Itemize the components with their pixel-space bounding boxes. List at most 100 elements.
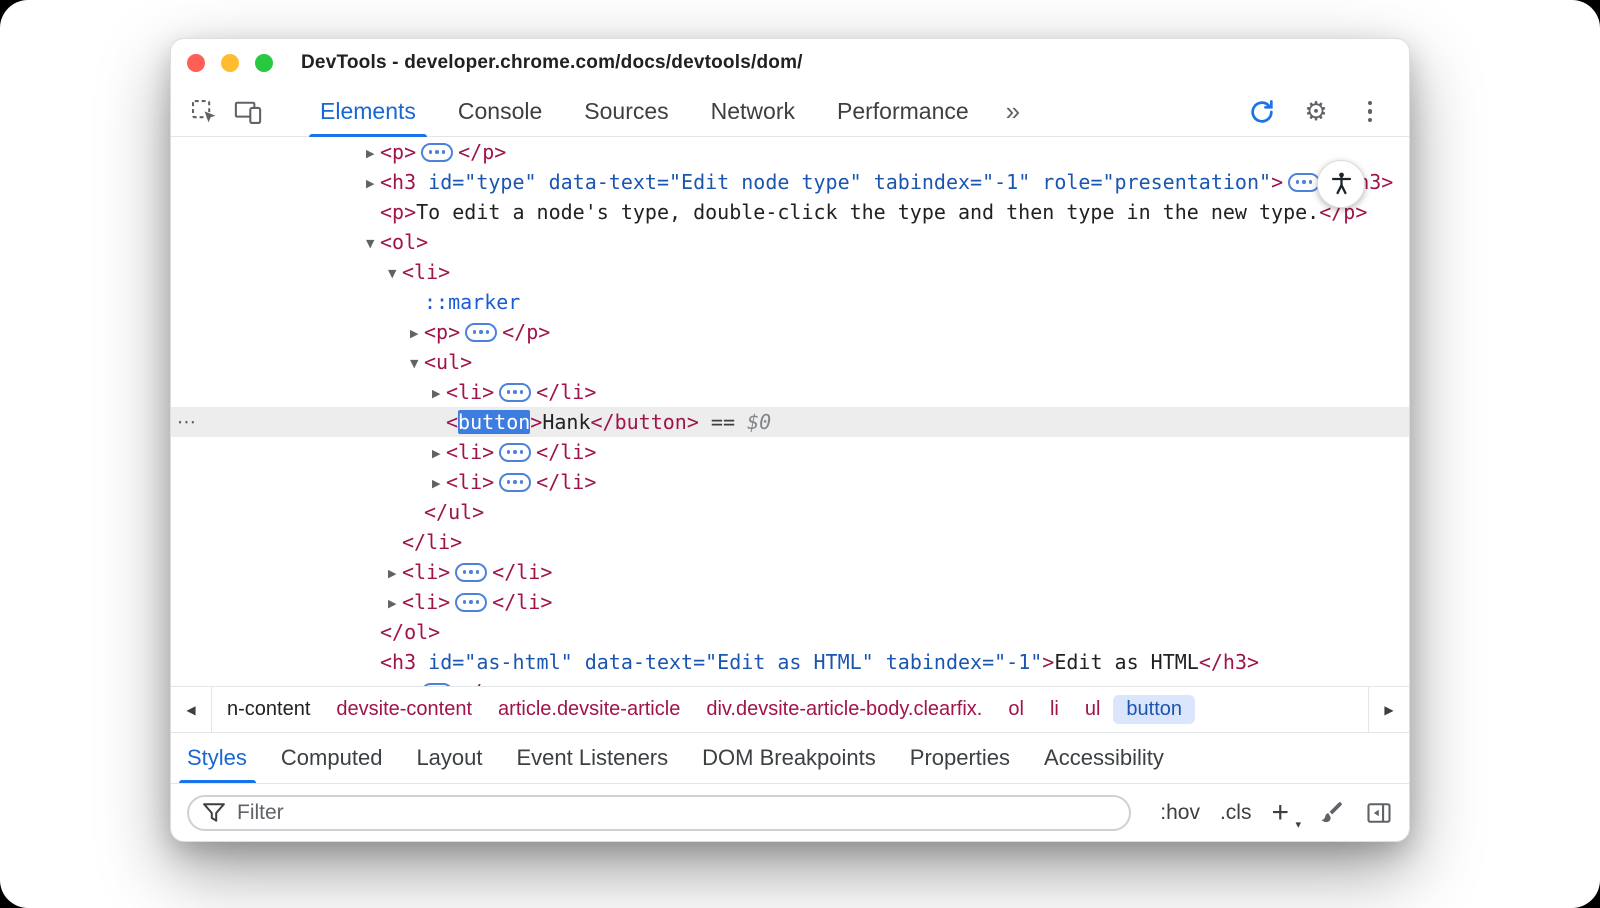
breadcrumb-item-article-devsite-article[interactable]: article.devsite-article [485,695,693,724]
dom-tree-row[interactable]: </ul> [171,497,1409,527]
accessibility-person-icon[interactable] [1317,160,1365,208]
inline-expand-button[interactable] [499,383,531,402]
style-filter-input[interactable]: Filter [187,795,1131,831]
dom-tree-row[interactable]: ▶<p></p> [171,317,1409,347]
attribute-token: data-text="Edit as HTML" [573,650,874,674]
breadcrumb-item-ol[interactable]: ol [995,695,1037,724]
expand-arrow-icon[interactable]: ▶ [432,469,446,499]
expand-arrow-icon[interactable]: ▼ [366,229,380,259]
zoom-window-button[interactable] [255,54,273,72]
text-token: Hank [542,410,590,434]
tag-token: <li> [402,560,450,584]
dom-tree-row[interactable]: ▼<li> [171,257,1409,287]
row-actions-ellipsis[interactable]: ⋯ [177,407,196,437]
sidebar-tab-layout[interactable]: Layout [399,733,499,783]
expand-arrow-icon[interactable]: ▶ [410,319,424,349]
dom-tree-row[interactable]: </li> [171,527,1409,557]
inline-expand-button[interactable] [421,683,453,687]
breadcrumb-item-li[interactable]: li [1037,695,1072,724]
tag-token: </li> [492,590,552,614]
expand-arrow-icon[interactable]: ▼ [388,259,402,289]
breadcrumb-item-ul[interactable]: ul [1072,695,1114,724]
tag-token: <p> [380,680,416,686]
inline-expand-button[interactable] [455,593,487,612]
dom-tree-row[interactable]: ::marker [171,287,1409,317]
device-toolbar-button[interactable] [229,93,267,131]
sidebar-tab-accessibility[interactable]: Accessibility [1027,733,1181,783]
selected-tag-name[interactable]: button [458,410,530,434]
breadcrumb-item-devsite-content[interactable]: devsite-content [323,695,485,724]
expand-arrow-icon[interactable]: ▶ [366,139,380,169]
breadcrumb-scroll-right-button[interactable]: ▶ [1368,687,1409,732]
rendering-emulation-button[interactable] [1317,799,1345,827]
inline-expand-button[interactable] [499,473,531,492]
inspect-cursor-icon [189,97,219,127]
inline-expand-button[interactable] [499,443,531,462]
styles-pane-controls: :hov .cls + ▾ [1160,798,1393,828]
dom-tree-row[interactable]: <p>To edit a node's type, double-click t… [171,197,1409,227]
tab-performance[interactable]: Performance [816,87,990,136]
window-title: DevTools - developer.chrome.com/docs/dev… [301,52,803,74]
more-tabs-button[interactable]: » [1006,96,1020,127]
filter-placeholder: Filter [237,801,284,825]
dom-tree-row[interactable]: ▶<p></p> [171,677,1409,686]
tag-token: </ul> [424,500,484,524]
inline-expand-button[interactable] [421,143,453,162]
sync-button[interactable] [1243,93,1281,131]
sidebar-tab-event-listeners[interactable]: Event Listeners [500,733,686,783]
expand-arrow-icon[interactable]: ▶ [388,589,402,619]
close-window-button[interactable] [187,54,205,72]
expand-arrow-icon[interactable]: ▶ [432,379,446,409]
sidebar-tab-dom-breakpoints[interactable]: DOM Breakpoints [685,733,893,783]
inline-expand-button[interactable] [1288,173,1320,192]
dom-tree-row[interactable]: ▼<ol> [171,227,1409,257]
tag-token: </button> [591,410,699,434]
breadcrumb-scroll-left-button[interactable]: ◀ [171,687,212,732]
inline-expand-button[interactable] [465,323,497,342]
expand-arrow-icon[interactable]: ▶ [366,169,380,199]
main-tab-strip: ElementsConsoleSourcesNetworkPerformance [299,87,990,136]
breadcrumb-item-n-content[interactable]: n-content [214,695,323,724]
settings-button[interactable]: ⚙ [1297,93,1335,131]
minimize-window-button[interactable] [221,54,239,72]
tab-sources[interactable]: Sources [563,87,689,136]
attribute-token: id="type" [416,170,536,194]
menu-button[interactable] [1351,93,1389,131]
tab-network[interactable]: Network [690,87,816,136]
tag-token: <li> [402,260,450,284]
dom-tree-row[interactable]: </ol> [171,617,1409,647]
expand-arrow-icon[interactable]: ▼ [410,349,424,379]
toggle-element-classes-button[interactable]: .cls [1220,801,1252,825]
inline-expand-button[interactable] [455,563,487,582]
dom-tree-row[interactable]: ▶<li></li> [171,377,1409,407]
sidebar-tab-properties[interactable]: Properties [893,733,1027,783]
tab-console[interactable]: Console [437,87,563,136]
dom-tree-row[interactable]: ▶<li></li> [171,467,1409,497]
dom-tree-row[interactable]: ▶<li></li> [171,587,1409,617]
attribute-token: role="presentation" [1030,170,1271,194]
breadcrumb-item-button[interactable]: button [1113,695,1195,724]
tab-elements[interactable]: Elements [299,87,437,136]
expand-arrow-icon[interactable]: ▶ [388,559,402,589]
filter-funnel-icon [203,803,225,823]
dom-tree-row[interactable]: ▶<p></p> [171,137,1409,167]
new-style-rule-button[interactable]: + ▾ [1271,798,1297,828]
sidebar-tab-styles[interactable]: Styles [187,733,264,783]
breadcrumb-item-div-devsite-article-body-clearfix[interactable]: div.devsite-article-body.clearfix. [693,695,995,724]
expand-arrow-icon[interactable]: ▶ [366,679,380,686]
dom-tree-row[interactable]: ▶<li></li> [171,437,1409,467]
toggle-hover-state-button[interactable]: :hov [1160,801,1200,825]
dom-tree-row[interactable]: ▼<ul> [171,347,1409,377]
toggle-sidebar-button[interactable] [1365,799,1393,827]
expand-arrow-icon[interactable]: ▶ [432,439,446,469]
dom-tree: ▶<p></p>▶<h3 id="type" data-text="Edit n… [171,137,1409,686]
dom-tree-row[interactable]: ⋯<button>Hank</button> == $0 [171,407,1409,437]
tag-token: <p> [424,320,460,344]
dom-tree-row[interactable]: ▶<li></li> [171,557,1409,587]
new-style-rule-caret-icon: ▾ [1295,819,1301,830]
inspect-element-button[interactable] [185,93,223,131]
dom-tree-row[interactable]: <h3 id="as-html" data-text="Edit as HTML… [171,647,1409,677]
dom-tree-row[interactable]: ▶<h3 id="type" data-text="Edit node type… [171,167,1409,197]
breadcrumb: n-contentdevsite-contentarticle.devsite-… [212,687,1368,732]
sidebar-tab-computed[interactable]: Computed [264,733,400,783]
